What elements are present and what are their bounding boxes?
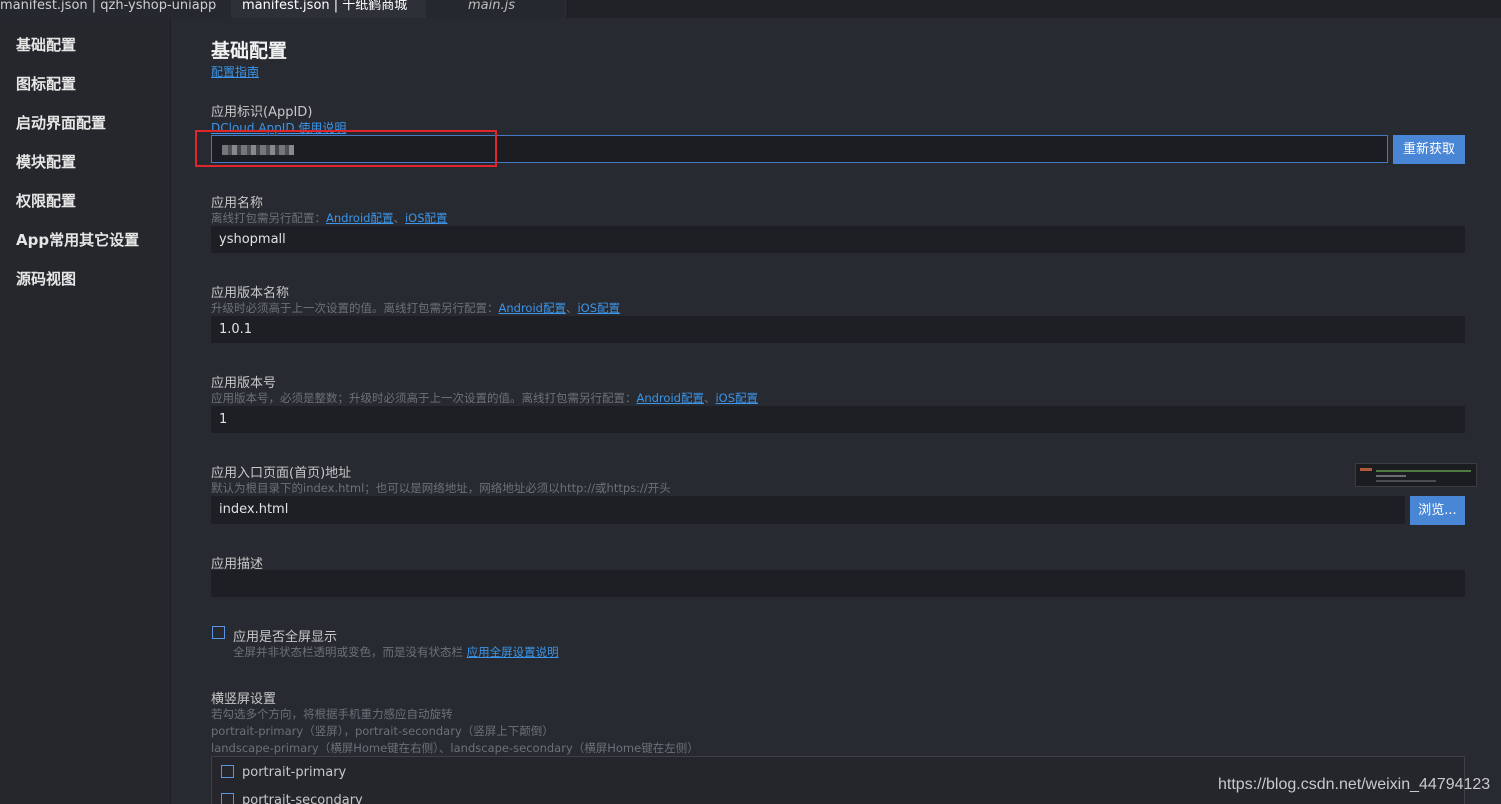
entry-page-label: 应用入口页面(首页)地址 (211, 466, 352, 481)
refresh-appid-button[interactable]: 重新获取 (1393, 135, 1465, 164)
sidebar-item-basic[interactable]: 基础配置 (16, 34, 76, 55)
sidebar-item-app-other[interactable]: App常用其它设置 (16, 229, 139, 250)
entry-page-hint: 默认为根目录下的index.html；也可以是网络地址，网络地址必须以http:… (211, 481, 671, 495)
sidebar-item-icon[interactable]: 图标配置 (16, 73, 76, 94)
description-input[interactable] (211, 570, 1465, 597)
version-code-hint-text: 应用版本号，必须是整数；升级时必须高于上一次设置的值。离线打包需另行配置： (211, 391, 637, 405)
portrait-primary-checkbox[interactable] (221, 765, 234, 778)
app-name-label: 应用名称 (211, 196, 264, 211)
orientation-hint-2: portrait-primary（竖屏），portrait-secondary（… (211, 724, 554, 738)
orientation-hint-1: 若勾选多个方向，将根据手机重力感应自动旋转 (211, 707, 453, 721)
browse-button[interactable]: 浏览... (1410, 496, 1465, 525)
app-name-hint: 离线打包需另行配置：Android配置、iOS配置 (211, 210, 448, 226)
version-name-ios-link[interactable]: iOS配置 (577, 301, 620, 315)
config-guide-link[interactable]: 配置指南 (211, 63, 259, 80)
version-name-sep: 、 (565, 301, 578, 315)
fullscreen-label: 应用是否全屏显示 (233, 630, 338, 645)
portrait-primary-label: portrait-primary (242, 765, 347, 780)
version-name-hint-text: 升级时必须高于上一次设置的值。离线打包需另行配置： (211, 301, 499, 315)
sidebar-item-source[interactable]: 源码视图 (16, 268, 76, 289)
portrait-secondary-checkbox[interactable] (221, 793, 234, 804)
config-main-panel: 基础配置 配置指南 应用标识(AppID) DCloud AppID 使用说明 … (195, 0, 1471, 804)
app-name-android-link[interactable]: Android配置 (326, 211, 393, 225)
watermark-text: https://blog.csdn.net/weixin_44794123 (1218, 776, 1491, 793)
version-code-ios-link[interactable]: iOS配置 (715, 391, 758, 405)
app-name-sep: 、 (393, 211, 405, 225)
code-minimap-thumbnail[interactable] (1355, 463, 1477, 487)
version-code-input[interactable]: 1 (211, 406, 1465, 433)
app-name-ios-link[interactable]: iOS配置 (405, 211, 448, 225)
app-name-hint-text: 离线打包需另行配置： (211, 211, 326, 225)
sidebar-item-splash[interactable]: 启动界面配置 (16, 112, 106, 133)
version-code-hint: 应用版本号，必须是整数；升级时必须高于上一次设置的值。离线打包需另行配置：And… (211, 390, 758, 406)
entry-page-input[interactable]: index.html (211, 496, 1405, 524)
fullscreen-hint-text: 全屏并非状态栏透明或变色，而是没有状态栏 (233, 645, 463, 659)
app-name-input[interactable]: yshopmall (211, 226, 1465, 253)
appid-label: 应用标识(AppID) (211, 105, 313, 120)
version-name-hint: 升级时必须高于上一次设置的值。离线打包需另行配置：Android配置、iOS配置 (211, 300, 620, 316)
fullscreen-hint: 全屏并非状态栏透明或变色，而是没有状态栏 应用全屏设置说明 (233, 644, 559, 660)
tab-manifest-qzh-yshop[interactable]: manifest.json | qzh-yshop-uniapp (0, 0, 232, 18)
sidebar-item-permissions[interactable]: 权限配置 (16, 190, 76, 211)
orientation-hint-3: landscape-primary（横屏Home键在右侧）、landscape-… (211, 741, 699, 755)
portrait-secondary-label: portrait-secondary (242, 793, 363, 804)
page-title: 基础配置 (211, 40, 288, 62)
version-code-sep: 、 (703, 391, 716, 405)
fullscreen-checkbox[interactable] (212, 626, 225, 639)
version-name-input[interactable]: 1.0.1 (211, 316, 1465, 343)
version-code-android-link[interactable]: Android配置 (637, 391, 704, 405)
fullscreen-doc-link[interactable]: 应用全屏设置说明 (467, 645, 559, 659)
version-name-android-link[interactable]: Android配置 (499, 301, 566, 315)
orientation-label: 横竖屏设置 (211, 692, 277, 707)
highlight-box (195, 130, 497, 167)
version-name-label: 应用版本名称 (211, 286, 290, 301)
version-code-label: 应用版本号 (211, 376, 277, 391)
config-sidebar: 基础配置 图标配置 启动界面配置 模块配置 权限配置 App常用其它设置 源码视… (0, 18, 171, 804)
sidebar-item-modules[interactable]: 模块配置 (16, 151, 76, 172)
